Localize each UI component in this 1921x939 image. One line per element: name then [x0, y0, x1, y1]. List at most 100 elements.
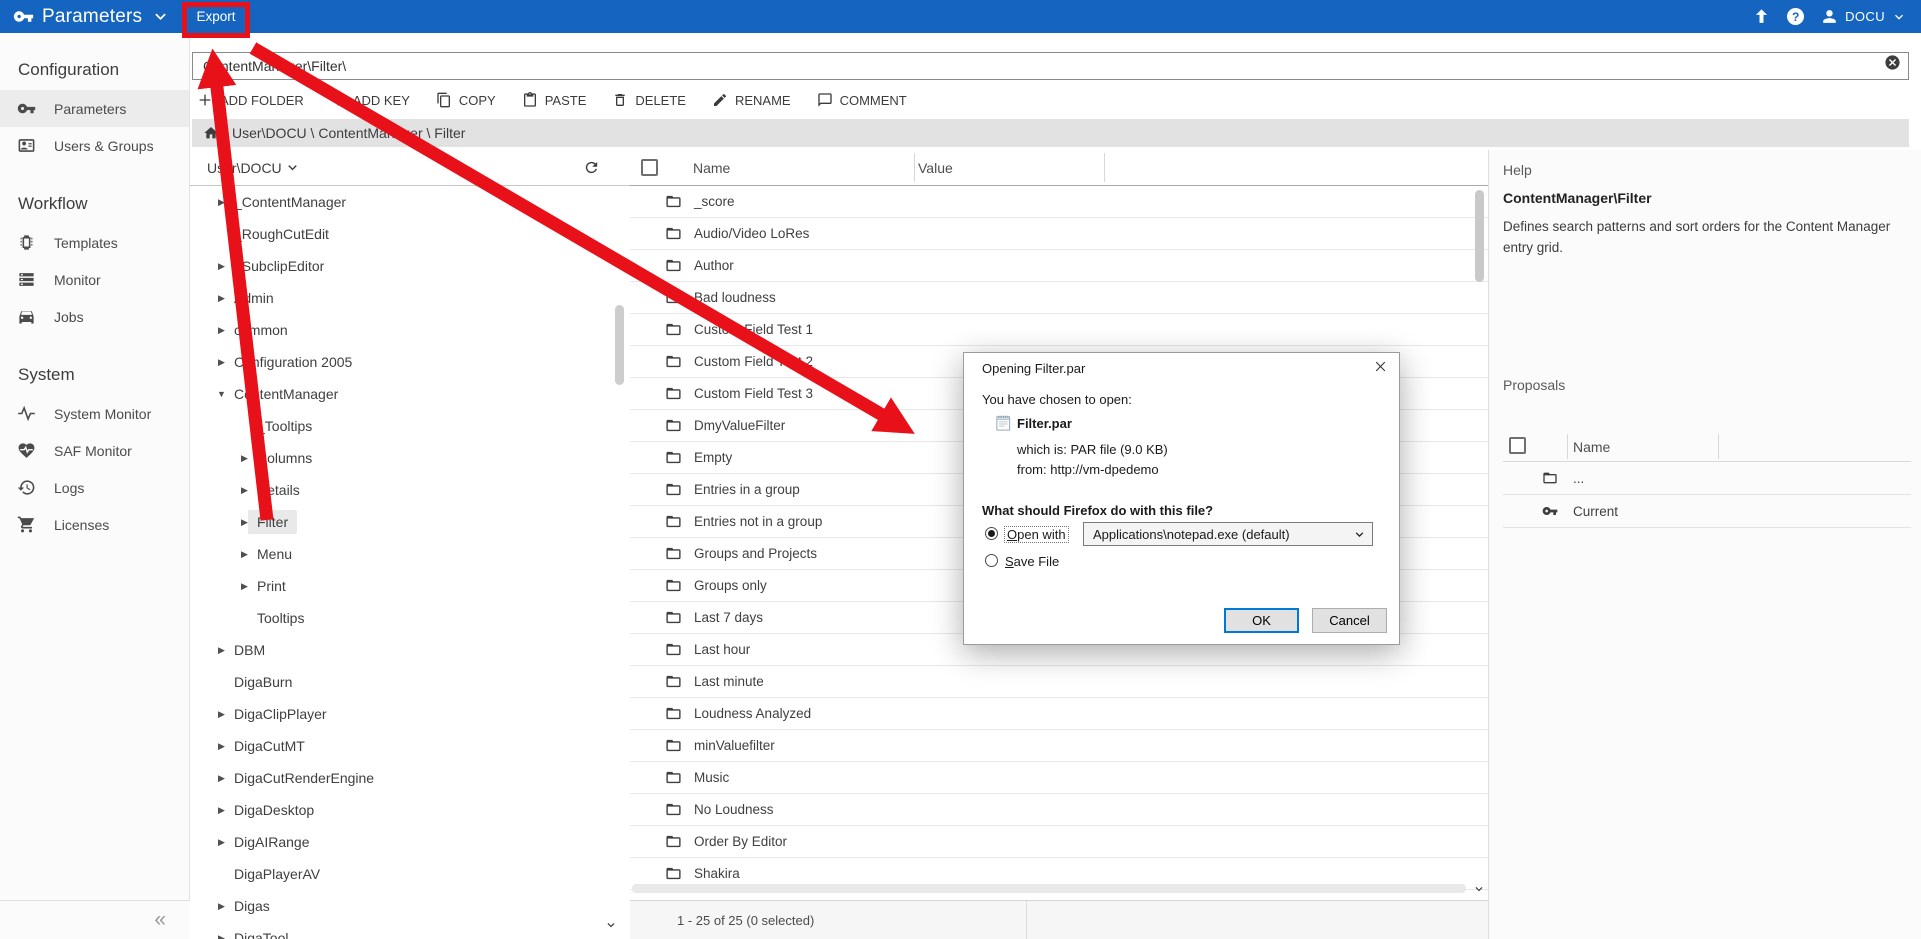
grid-scrollbar-thumb[interactable] [1475, 190, 1484, 282]
sidebar-item-logs[interactable]: Logs [0, 469, 189, 506]
expander-collapsed-icon[interactable]: ▶ [215, 645, 228, 656]
tree-item-digairange[interactable]: ▶DigAIRange [190, 826, 630, 858]
proposal-row[interactable]: ... [1503, 462, 1911, 495]
clear-search-icon[interactable] [1884, 54, 1901, 71]
expander-collapsed-icon[interactable]: ▶ [215, 197, 228, 208]
tree-item-digas[interactable]: ▶Digas [190, 890, 630, 922]
table-row[interactable]: Order By Editor [630, 826, 1488, 858]
select-all-checkbox[interactable] [641, 159, 658, 176]
open-with-label[interactable]: Open with [1005, 527, 1068, 542]
tree-item-tooltips[interactable]: _Tooltips [190, 410, 630, 442]
column-header-value[interactable]: Value [918, 160, 953, 176]
tree-item-tooltips[interactable]: Tooltips [190, 602, 630, 634]
ok-button[interactable]: OK [1224, 608, 1299, 633]
export-button[interactable]: Export [182, 0, 250, 33]
proposal-row[interactable]: Current [1503, 495, 1911, 528]
sidebar-item-jobs[interactable]: Jobs [0, 298, 189, 335]
expander-expanded-icon[interactable]: ▼ [215, 389, 228, 399]
expander-collapsed-icon[interactable]: ▶ [215, 741, 228, 752]
expander-collapsed-icon[interactable]: ▶ [238, 453, 251, 464]
column-header-name[interactable]: Name [693, 160, 730, 176]
tree-scroll-down-icon[interactable] [604, 918, 618, 932]
table-row[interactable]: Last minute [630, 666, 1488, 698]
close-icon[interactable] [1374, 360, 1387, 373]
sidebar-item-system-monitor[interactable]: System Monitor [0, 395, 189, 432]
expander-collapsed-icon[interactable]: ▶ [215, 325, 228, 336]
sidebar-item-monitor[interactable]: Monitor [0, 261, 189, 298]
tree-item-admin[interactable]: ▶Admin [190, 282, 630, 314]
expander-collapsed-icon[interactable]: ▶ [238, 581, 251, 592]
open-with-application-select[interactable]: Applications\notepad.exe (default) [1083, 522, 1373, 546]
expander-collapsed-icon[interactable]: ▶ [238, 549, 251, 560]
proposals-column-name[interactable]: Name [1573, 439, 1610, 455]
toolbar-rename-button[interactable]: RENAME [712, 92, 791, 108]
tree-item-menu[interactable]: ▶Menu [190, 538, 630, 570]
tree-item-contentmanager[interactable]: ▶_ContentManager [190, 186, 630, 218]
tree-item-filter[interactable]: ▶Filter [190, 506, 630, 538]
app-menu[interactable]: Parameters [0, 6, 171, 28]
tree-scrollbar-thumb[interactable] [615, 305, 624, 385]
expander-collapsed-icon[interactable]: ▶ [215, 357, 228, 368]
tree-item-details[interactable]: ▶Details [190, 474, 630, 506]
expander-collapsed-icon[interactable]: ▶ [215, 709, 228, 720]
expander-collapsed-icon[interactable]: ▶ [215, 261, 228, 272]
save-file-radio[interactable] [985, 554, 998, 567]
help-icon[interactable]: ? [1787, 8, 1804, 25]
expander-collapsed-icon[interactable]: ▶ [215, 901, 228, 912]
proposals-select-all-checkbox[interactable] [1509, 437, 1526, 454]
save-file-label[interactable]: Save File [1005, 554, 1059, 569]
cancel-button[interactable]: Cancel [1312, 608, 1387, 633]
table-row[interactable]: minValuefilter [630, 730, 1488, 762]
home-icon[interactable] [203, 125, 219, 141]
breadcrumb[interactable]: User\DOCU \ ContentManager \ Filter [192, 119, 1909, 147]
tree-item-dbm[interactable]: ▶DBM [190, 634, 630, 666]
toolbar-comment-button[interactable]: COMMENT [817, 92, 907, 108]
expander-collapsed-icon[interactable]: ▶ [238, 485, 251, 496]
sidebar-item-parameters[interactable]: Parameters [0, 90, 189, 127]
table-row[interactable]: Author [630, 250, 1488, 282]
toolbar-add-key-button[interactable]: ADD KEY [330, 92, 410, 108]
tree-item-print[interactable]: ▶Print [190, 570, 630, 602]
tree-item-digaburn[interactable]: DigaBurn [190, 666, 630, 698]
expander-collapsed-icon[interactable]: ▶ [215, 933, 228, 939]
sidebar-item-licenses[interactable]: Licenses [0, 506, 189, 543]
expander-collapsed-icon[interactable]: ▶ [215, 293, 228, 304]
tree-item-subclipeditor[interactable]: ▶_SubclipEditor [190, 250, 630, 282]
expander-collapsed-icon[interactable]: ▶ [215, 773, 228, 784]
sidebar-item-users-groups[interactable]: Users & Groups [0, 127, 189, 164]
table-row[interactable]: Bad loudness [630, 282, 1488, 314]
collapse-sidebar-button[interactable]: « [154, 908, 166, 932]
tree-item-digatool[interactable]: ▶DigaTool [190, 922, 630, 939]
toolbar-add-folder-button[interactable]: ADD FOLDER [197, 92, 304, 108]
expander-collapsed-icon[interactable]: ▶ [215, 805, 228, 816]
refresh-icon[interactable] [583, 159, 600, 176]
table-row[interactable]: Music [630, 762, 1488, 794]
tree-item-digacutrenderengine[interactable]: ▶DigaCutRenderEngine [190, 762, 630, 794]
toolbar-copy-button[interactable]: COPY [436, 92, 496, 108]
expander-collapsed-icon[interactable]: ▶ [215, 837, 228, 848]
tree-item-digaclipplayer[interactable]: ▶DigaClipPlayer [190, 698, 630, 730]
table-row[interactable]: Loudness Analyzed [630, 698, 1488, 730]
tree-item-contentmanager[interactable]: ▼ContentManager [190, 378, 630, 410]
tree-item-digaplayerav[interactable]: DigaPlayerAV [190, 858, 630, 890]
tree-item-common[interactable]: ▶common [190, 314, 630, 346]
upload-icon[interactable] [1752, 7, 1771, 26]
tree-item-configuration-2005[interactable]: ▶Configuration 2005 [190, 346, 630, 378]
toolbar-delete-button[interactable]: DELETE [612, 92, 686, 108]
user-menu[interactable]: DOCU [1820, 7, 1907, 26]
sidebar-item-templates[interactable]: Templates [0, 224, 189, 261]
grid-scroll-down-icon[interactable] [1472, 882, 1486, 896]
tree-item-digacutmt[interactable]: ▶DigaCutMT [190, 730, 630, 762]
tree-root-selector[interactable]: User\DOCU [190, 150, 630, 186]
table-row[interactable]: _score [630, 186, 1488, 218]
tree-item-digadesktop[interactable]: ▶DigaDesktop [190, 794, 630, 826]
open-with-radio[interactable] [985, 527, 998, 540]
grid-horizontal-scrollbar[interactable] [632, 884, 1466, 893]
table-row[interactable]: Custom Field Test 1 [630, 314, 1488, 346]
tree-item-columns[interactable]: ▶Columns [190, 442, 630, 474]
tree-item-roughcutedit[interactable]: _RoughCutEdit [190, 218, 630, 250]
toolbar-paste-button[interactable]: PASTE [522, 92, 587, 108]
table-row[interactable]: Audio/Video LoRes [630, 218, 1488, 250]
sidebar-item-saf-monitor[interactable]: SAF Monitor [0, 432, 189, 469]
column-divider[interactable] [914, 153, 915, 182]
